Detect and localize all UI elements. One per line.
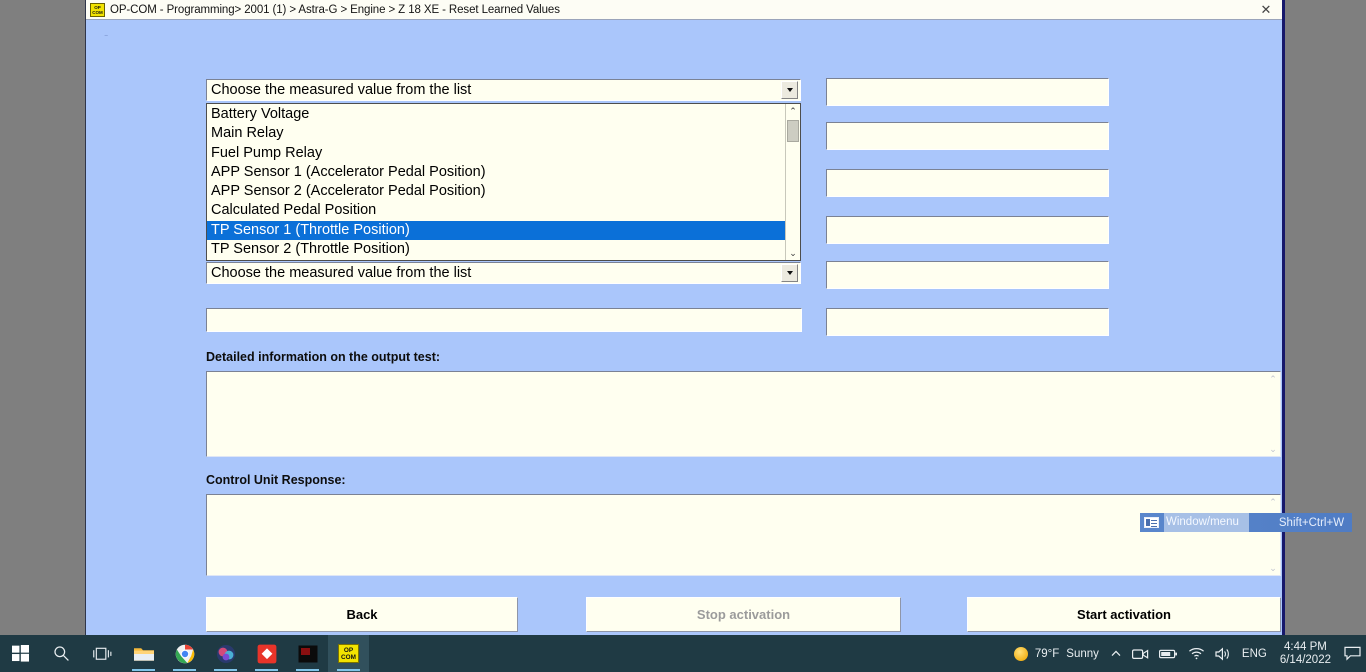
start-icon[interactable] <box>0 635 41 672</box>
window-title: OP-COM - Programming> 2001 (1) > Astra-G… <box>110 3 560 16</box>
scroll-down-icon[interactable]: ⌄ <box>1266 561 1280 575</box>
window-menu-label: Window/menu <box>1164 513 1249 532</box>
opcom-application-window: OP COM OP-COM - Programming> 2001 (1) > … <box>85 0 1285 637</box>
tray-expand-icon[interactable] <box>1105 635 1127 672</box>
control-unit-response-scrollbar[interactable]: ⌃ ⌄ <box>1266 495 1280 575</box>
chevron-down-icon[interactable] <box>781 264 798 282</box>
value-field-5[interactable] <box>826 261 1109 289</box>
scrollbar-thumb[interactable] <box>787 120 799 142</box>
measured-value-combo-top[interactable]: Choose the measured value from the list <box>206 79 801 101</box>
volume-icon[interactable] <box>1210 635 1237 672</box>
opcom-taskbar-line2: COM <box>341 654 356 661</box>
scroll-up-icon[interactable]: ⌃ <box>1266 495 1280 509</box>
value-field-6[interactable] <box>826 308 1109 336</box>
list-item[interactable]: Calculated Pedal Position <box>207 201 785 220</box>
value-field-4[interactable] <box>826 216 1109 244</box>
taskbar: OP COM 79°F Sunny ENG 4:44 PM 6/14/2022 <box>0 635 1366 672</box>
control-unit-response-textarea[interactable]: ⌃ ⌄ <box>206 494 1281 576</box>
left-text-field[interactable] <box>206 308 802 332</box>
battery-icon[interactable] <box>1154 635 1183 672</box>
opcom-logo-icon: OP COM <box>90 2 105 17</box>
desktop: OP COM OP-COM - Programming> 2001 (1) > … <box>0 0 1366 672</box>
list-item[interactable]: Battery Voltage <box>207 105 785 124</box>
measured-value-dropdown-list[interactable]: Battery Voltage Main Relay Fuel Pump Rel… <box>206 103 801 261</box>
task-view-icon[interactable] <box>82 635 123 672</box>
opcom-logo-line2: COM <box>92 9 103 15</box>
back-button[interactable]: Back <box>206 597 518 632</box>
window-menu-shortcut: Shift+Ctrl+W <box>1278 516 1345 529</box>
dropdown-scrollbar[interactable]: ⌃ ⌄ <box>785 104 800 260</box>
list-item[interactable]: TP Sensor 2 (Throttle Position) <box>207 240 785 259</box>
dropdown-items: Battery Voltage Main Relay Fuel Pump Rel… <box>207 104 785 260</box>
output-test-scrollbar[interactable]: ⌃ ⌄ <box>1266 372 1280 456</box>
clock-date: 6/14/2022 <box>1279 653 1331 666</box>
search-icon[interactable] <box>41 635 82 672</box>
value-field-2[interactable] <box>826 122 1109 150</box>
value-field-1[interactable] <box>826 78 1109 106</box>
output-test-label: Detailed information on the output test: <box>206 350 441 364</box>
chrome-icon[interactable] <box>164 635 205 672</box>
value-field-3[interactable] <box>826 169 1109 197</box>
output-test-textarea[interactable]: ⌃ ⌄ <box>206 371 1281 457</box>
scroll-up-icon[interactable]: ⌃ <box>1266 372 1280 386</box>
scroll-down-icon[interactable]: ⌄ <box>1266 442 1280 456</box>
camera-icon[interactable] <box>1127 635 1154 672</box>
control-unit-response-text <box>207 495 1266 575</box>
title-bar: OP COM OP-COM - Programming> 2001 (1) > … <box>86 0 1282 20</box>
language-indicator[interactable]: ENG <box>1237 635 1272 672</box>
media-app-icon[interactable] <box>205 635 246 672</box>
list-item[interactable]: APP Sensor 1 (Accelerator Pedal Position… <box>207 163 785 182</box>
corner-mark: - <box>104 27 109 42</box>
list-item[interactable]: Fuel Pump Relay <box>207 144 785 163</box>
file-explorer-icon[interactable] <box>123 635 164 672</box>
stop-activation-button[interactable]: Stop activation <box>586 597 901 632</box>
window-menu-icon <box>1144 517 1159 528</box>
list-item[interactable]: APP Sensor 2 (Accelerator Pedal Position… <box>207 182 785 201</box>
close-icon[interactable]: ✕ <box>1258 2 1274 18</box>
list-item[interactable]: Main Relay <box>207 124 785 143</box>
clock[interactable]: 4:44 PM 6/14/2022 <box>1272 635 1339 672</box>
red-diamond-app-icon[interactable] <box>246 635 287 672</box>
sun-icon <box>1013 646 1028 661</box>
weather-temperature: 79°F <box>1034 647 1060 660</box>
chevron-down-icon[interactable] <box>781 81 798 99</box>
system-tray: 79°F Sunny ENG 4:44 PM 6/14/2022 <box>1004 635 1366 672</box>
wifi-icon[interactable] <box>1183 635 1210 672</box>
control-unit-response-label: Control Unit Response: <box>206 473 346 487</box>
output-test-text <box>207 372 1266 456</box>
opcom-taskbar-line1: OP <box>343 646 354 654</box>
scroll-up-icon[interactable]: ⌃ <box>786 104 800 118</box>
combo-top-value: Choose the measured value from the list <box>211 82 472 98</box>
window-menu-tooltip[interactable]: Window/menu Shift+Ctrl+W <box>1140 513 1353 532</box>
weather-widget[interactable]: 79°F Sunny <box>1004 646 1105 661</box>
start-activation-button[interactable]: Start activation <box>967 597 1281 632</box>
list-item-selected[interactable]: TP Sensor 1 (Throttle Position) <box>207 220 785 241</box>
weather-condition: Sunny <box>1066 647 1099 660</box>
combo-bottom-value: Choose the measured value from the list <box>211 265 472 281</box>
opcom-app-icon[interactable]: OP COM <box>328 635 369 672</box>
dark-app-icon[interactable] <box>287 635 328 672</box>
clock-time: 4:44 PM <box>1284 640 1327 653</box>
notification-center-icon[interactable] <box>1339 635 1366 672</box>
measured-value-combo-bottom[interactable]: Choose the measured value from the list <box>206 262 801 284</box>
scroll-down-icon[interactable]: ⌄ <box>786 246 800 260</box>
